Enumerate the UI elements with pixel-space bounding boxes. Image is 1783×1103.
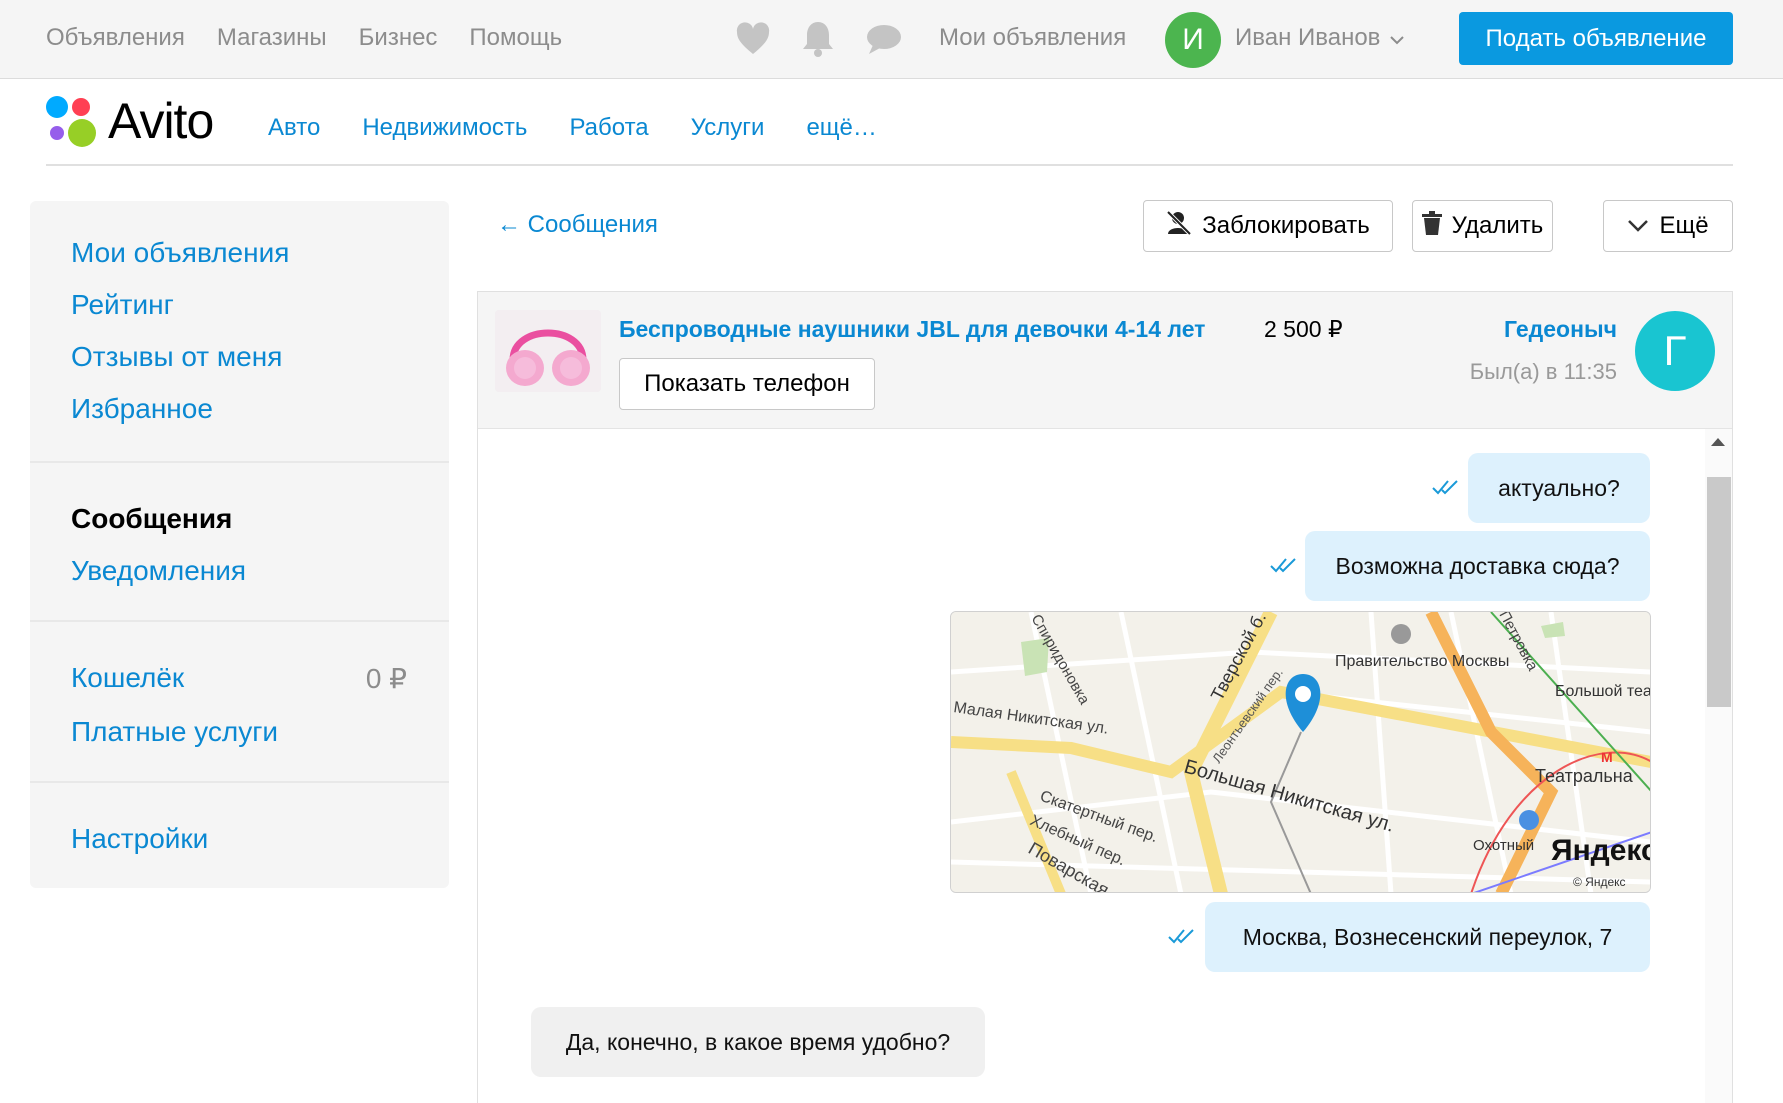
wallet-balance: 0 ₽ <box>365 663 407 694</box>
scroll-up-arrow-icon[interactable] <box>1711 438 1725 446</box>
user-avatar[interactable]: И <box>1165 12 1221 68</box>
message-text: Возможна доставка сюда? <box>1335 552 1620 579</box>
map-copyright: © Яндекс <box>1573 875 1626 889</box>
avito-logo[interactable]: Avito <box>46 92 214 150</box>
seller-last-seen: Был(а) в 11:35 <box>1469 359 1617 384</box>
delete-button-label: Удалить <box>1451 212 1544 239</box>
sidebar-item-notifications[interactable]: Уведомления <box>71 555 246 587</box>
chevron-down-icon <box>1390 24 1405 52</box>
user-name: Иван Иванов <box>1235 24 1381 51</box>
map-label: Правительство Москвы <box>1335 653 1509 670</box>
ad-title-link[interactable]: Беспроводные наушники JBL для девочки 4-… <box>619 316 1205 343</box>
logo-dots-icon <box>46 94 100 148</box>
top-bar: Объявления Магазины Бизнес Помощь Мои об… <box>0 0 1783 79</box>
category-realty[interactable]: Недвижимость <box>362 114 527 142</box>
show-phone-button[interactable]: Показать телефон <box>619 358 875 410</box>
top-icons <box>735 20 903 58</box>
scrollbar-thumb[interactable] <box>1707 477 1731 707</box>
more-button[interactable]: Ещё <box>1603 200 1733 252</box>
map-label: Большой театр <box>1555 683 1651 700</box>
read-check-icon <box>1168 928 1196 949</box>
my-ads-link[interactable]: Мои объявления <box>939 24 1126 52</box>
ad-price: 2 500 ₽ <box>1264 316 1343 342</box>
sidebar-item-wallet[interactable]: Кошелёк <box>71 662 184 694</box>
message-text: Москва, Вознесенский переулок, 7 <box>1242 923 1613 950</box>
read-check-icon <box>1270 557 1298 578</box>
top-nav-business[interactable]: Бизнес <box>359 24 438 52</box>
seller-avatar[interactable]: Г <box>1635 311 1715 391</box>
block-button-label: Заблокировать <box>1202 212 1370 239</box>
top-nav-help[interactable]: Помощь <box>469 24 562 52</box>
message-bubble-in[interactable]: Да, конечно, в какое время удобно? <box>531 1007 985 1077</box>
more-button-label: Ещё <box>1659 212 1709 239</box>
chat-icon[interactable] <box>865 22 903 56</box>
top-nav: Объявления Магазины Бизнес Помощь <box>46 24 562 52</box>
user-menu[interactable]: Иван Иванов <box>1235 24 1405 52</box>
category-auto[interactable]: Авто <box>268 114 320 142</box>
sidebar: Мои объявления Рейтинг Отзывы от меня Из… <box>30 201 449 888</box>
heart-icon[interactable] <box>735 22 771 56</box>
sidebar-item-paid-services[interactable]: Платные услуги <box>71 716 278 748</box>
sidebar-divider <box>30 620 449 622</box>
map-label: Театральна <box>1535 766 1634 786</box>
message-bubble-out[interactable]: актуально? <box>1468 453 1650 523</box>
location-map[interactable]: М Малая Никитская ул. Большая Никитская … <box>950 611 1651 893</box>
message-text: Да, конечно, в какое время удобно? <box>565 1028 951 1055</box>
logo-text: Avito <box>108 93 214 149</box>
sidebar-item-messages[interactable]: Сообщения <box>71 503 232 535</box>
sidebar-item-rating[interactable]: Рейтинг <box>71 289 174 321</box>
category-more[interactable]: ещё… <box>806 114 876 142</box>
read-check-icon <box>1432 479 1460 500</box>
sidebar-item-settings[interactable]: Настройки <box>71 823 208 855</box>
message-bubble-out[interactable]: Возможна доставка сюда? <box>1305 531 1650 601</box>
delete-button[interactable]: Удалить <box>1412 200 1553 252</box>
header-divider <box>46 164 1733 166</box>
chevron-down-icon <box>1627 212 1649 240</box>
block-button[interactable]: Заблокировать <box>1143 200 1393 252</box>
conversation-header: Беспроводные наушники JBL для девочки 4-… <box>478 292 1732 429</box>
conversation-panel: Беспроводные наушники JBL для девочки 4-… <box>477 291 1733 1103</box>
message-scrollbar[interactable] <box>1705 429 1732 1103</box>
map-label: Охотный <box>1473 837 1534 854</box>
sidebar-item-reviews[interactable]: Отзывы от меня <box>71 341 282 373</box>
seller-name-link[interactable]: Гедеоныч <box>1504 316 1617 343</box>
sidebar-item-my-ads[interactable]: Мои объявления <box>71 237 289 269</box>
sidebar-divider <box>30 781 449 783</box>
message-text: актуально? <box>1498 474 1620 501</box>
message-bubble-out[interactable]: Москва, Вознесенский переулок, 7 <box>1205 902 1650 972</box>
bell-icon[interactable] <box>801 20 835 58</box>
post-ad-button[interactable]: Подать объявление <box>1459 12 1733 65</box>
category-jobs[interactable]: Работа <box>569 114 648 142</box>
back-to-messages-link[interactable]: ← Сообщения <box>497 211 658 239</box>
svg-text:М: М <box>1601 749 1613 765</box>
ad-thumbnail[interactable] <box>495 310 601 392</box>
trash-icon <box>1421 210 1442 242</box>
category-services[interactable]: Услуги <box>691 114 765 142</box>
top-nav-shops[interactable]: Магазины <box>217 24 327 52</box>
map-brand: Яндекс <box>1551 834 1651 867</box>
category-nav: Авто Недвижимость Работа Услуги ещё… <box>268 114 877 142</box>
message-list: актуально? Возможна доставка сюда? М Мал… <box>478 429 1732 1103</box>
block-user-icon <box>1166 210 1192 243</box>
sidebar-divider <box>30 461 449 463</box>
top-nav-ads[interactable]: Объявления <box>46 24 185 52</box>
sidebar-item-favorites[interactable]: Избранное <box>71 393 213 425</box>
